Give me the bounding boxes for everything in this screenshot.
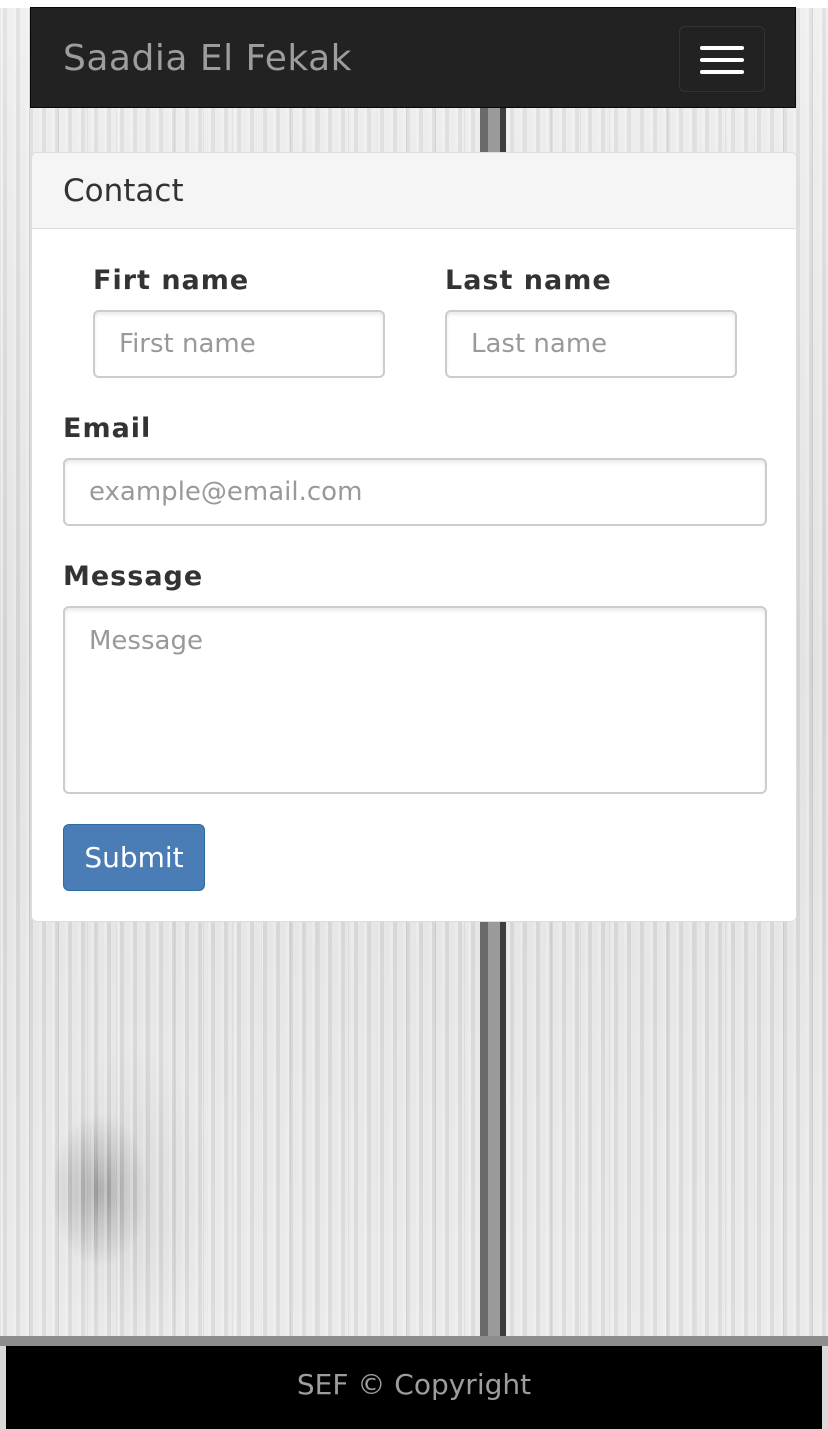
navbar-brand[interactable]: Saadia El Fekak (63, 38, 352, 79)
first-name-input[interactable]: First name (93, 310, 385, 378)
submit-button[interactable]: Submit (63, 824, 205, 891)
message-textarea[interactable]: Message (63, 606, 767, 794)
message-placeholder: Message (89, 626, 203, 656)
panel-heading: Contact (32, 153, 796, 229)
last-name-label: Last name (445, 265, 612, 296)
last-name-input[interactable]: Last name (445, 310, 737, 378)
footer-border (0, 1336, 828, 1346)
email-placeholder: example@email.com (89, 477, 363, 507)
footer: SEF © Copyright (6, 1346, 822, 1429)
contact-panel: Contact Firt name First name Last name L… (31, 152, 797, 922)
first-name-placeholder: First name (119, 329, 256, 359)
panel-title: Contact (63, 173, 184, 209)
email-input[interactable]: example@email.com (63, 458, 767, 526)
message-label: Message (63, 561, 204, 592)
footer-copyright: SEF © Copyright (296, 1368, 532, 1401)
email-label: Email (63, 413, 152, 444)
navbar-toggle-button[interactable] (679, 26, 765, 92)
last-name-placeholder: Last name (471, 329, 608, 359)
first-name-label: Firt name (93, 265, 250, 296)
navbar: Saadia El Fekak (30, 7, 796, 108)
